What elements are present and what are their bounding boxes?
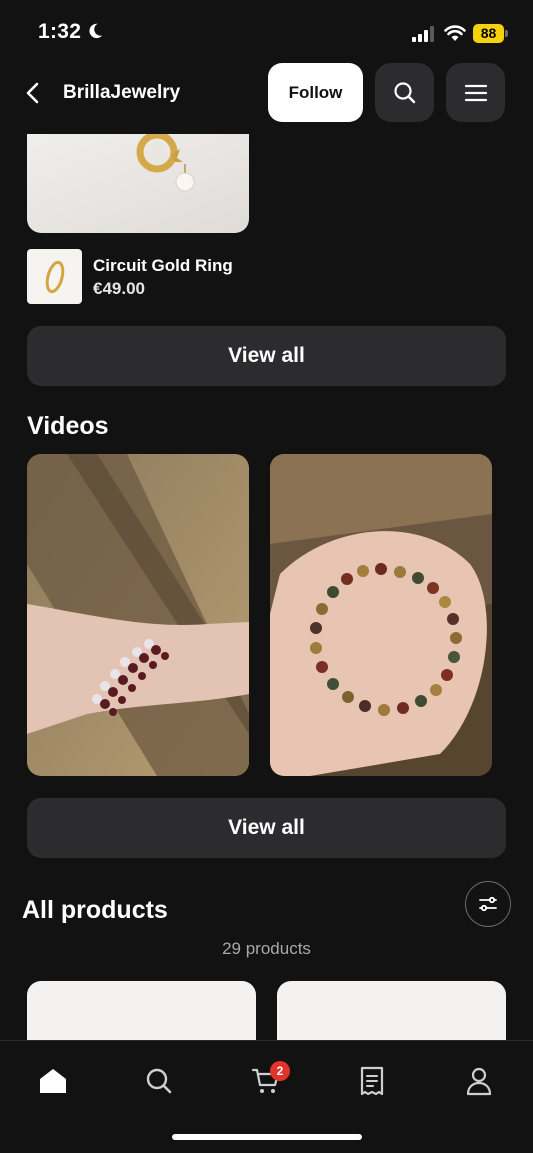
bracelet-hand-video: [270, 454, 492, 776]
tab-home[interactable]: [33, 1061, 73, 1101]
search-button[interactable]: [375, 63, 434, 122]
cart-badge: 2: [270, 1061, 290, 1081]
user-icon: [466, 1067, 492, 1096]
video-thumbnail[interactable]: [27, 454, 249, 776]
ring-image: [45, 260, 65, 294]
back-button[interactable]: [22, 80, 44, 106]
home-indicator: [172, 1134, 362, 1140]
menu-button[interactable]: [446, 63, 505, 122]
status-bar: 1:32 88: [0, 0, 533, 60]
shop-name: BrillaJewelry: [63, 82, 181, 103]
product-price: €49.00: [93, 279, 145, 298]
battery-icon: 88: [473, 24, 509, 43]
all-products-title: All products: [22, 896, 168, 924]
shop-header: BrillaJewelry Follow: [0, 60, 533, 128]
moon-icon: [89, 23, 103, 39]
featured-product[interactable]: Circuit Gold Ring €49.00: [27, 249, 507, 304]
battery-level: 88: [473, 24, 504, 43]
video-thumbnail[interactable]: [270, 454, 492, 776]
product-card[interactable]: [277, 981, 506, 1040]
product-name: Circuit Gold Ring: [93, 256, 233, 275]
videos-section-title: Videos: [27, 412, 109, 440]
receipt-icon: [360, 1066, 384, 1096]
follow-button[interactable]: Follow: [268, 63, 363, 122]
view-all-products-button[interactable]: View all: [27, 326, 506, 386]
product-thumbnail: [27, 249, 82, 304]
view-all-videos-button[interactable]: View all: [27, 798, 506, 858]
sliders-icon: [479, 896, 497, 912]
search-icon: [393, 81, 415, 103]
filter-button[interactable]: [465, 881, 511, 927]
hamburger-menu-icon: [464, 84, 487, 101]
cellular-signal-icon: [412, 26, 434, 42]
wifi-icon: [444, 25, 466, 41]
featured-product-image[interactable]: [27, 134, 249, 233]
home-icon: [40, 1069, 66, 1093]
product-card[interactable]: [27, 981, 256, 1040]
shop-content: Circuit Gold Ring €49.00 View all Videos: [0, 134, 533, 1040]
product-count: 29 products: [222, 939, 311, 958]
tab-search[interactable]: [139, 1061, 179, 1101]
earring-image: [136, 134, 195, 192]
tab-orders[interactable]: [352, 1061, 392, 1101]
tab-account[interactable]: [459, 1061, 499, 1101]
bracelet-wrist-video: [27, 454, 249, 776]
status-time: 1:32: [38, 20, 82, 43]
search-icon: [146, 1068, 172, 1094]
